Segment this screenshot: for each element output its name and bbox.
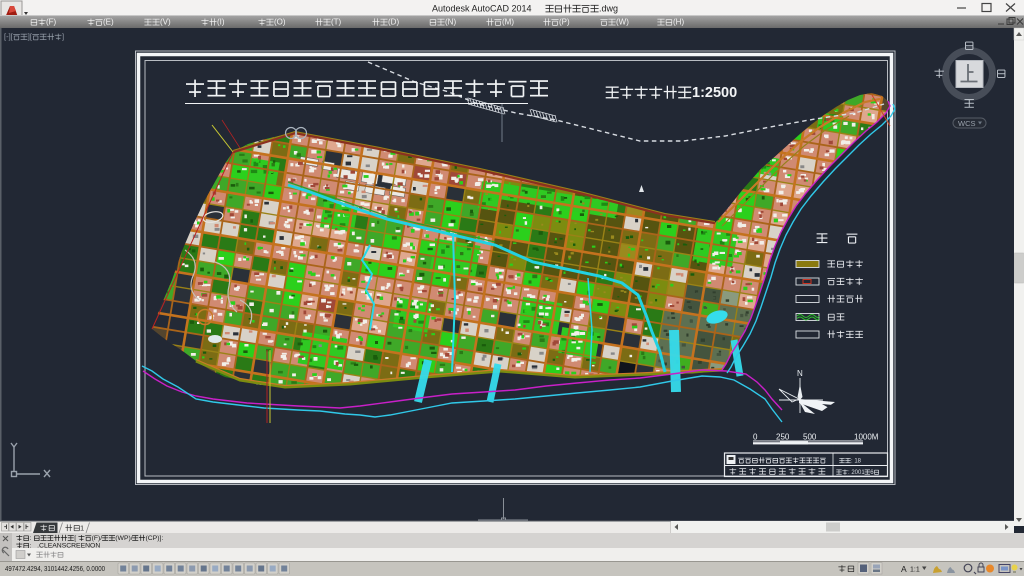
svg-text:(T): (T): [331, 18, 342, 27]
svg-text:(H): (H): [673, 18, 684, 27]
svg-text:: 2001: : 2001: [848, 470, 865, 476]
svg-text:(D): (D): [388, 18, 399, 27]
svg-text:1:1: 1:1: [910, 567, 920, 574]
svg-text:(N): (N): [445, 18, 456, 27]
svg-text:0: 0: [753, 433, 758, 442]
svg-text:(F): (F): [46, 18, 57, 27]
svg-text:1:2500: 1:2500: [692, 85, 737, 101]
svg-text:.dwg: .dwg: [599, 3, 618, 13]
svg-text:(O): (O): [274, 18, 286, 27]
svg-text:: 18: : 18: [851, 458, 862, 464]
svg-text:500: 500: [803, 433, 817, 442]
svg-text:(E): (E): [103, 18, 114, 27]
svg-text:1: 1: [80, 524, 84, 533]
svg-text:(W): (W): [616, 18, 629, 27]
svg-text:(P): (P): [559, 18, 570, 27]
svg-text:(I): (I): [217, 18, 225, 27]
svg-text:Autodesk AutoCAD 2014: Autodesk AutoCAD 2014: [432, 3, 532, 13]
svg-text:(F)/: (F)/: [92, 535, 103, 542]
svg-text:[-][: [-][: [4, 32, 14, 41]
svg-text:(V): (V): [160, 18, 171, 27]
svg-text:(M): (M): [502, 18, 514, 27]
svg-text:(WP)/: (WP)/: [115, 535, 132, 542]
svg-text:WCS: WCS: [958, 119, 976, 128]
svg-text:1000M: 1000M: [854, 433, 879, 442]
svg-text::: :: [30, 535, 32, 542]
svg-text:]: ]: [62, 32, 64, 41]
svg-text:N: N: [797, 369, 803, 378]
svg-text:A: A: [901, 564, 907, 574]
svg-text:[: [: [74, 535, 76, 542]
svg-text:(CP)]:: (CP)]:: [146, 535, 164, 542]
svg-text:250: 250: [776, 433, 790, 442]
svg-text:497472.4294, 3101442.4256, 0.0: 497472.4294, 3101442.4256, 0.0000: [5, 564, 105, 573]
